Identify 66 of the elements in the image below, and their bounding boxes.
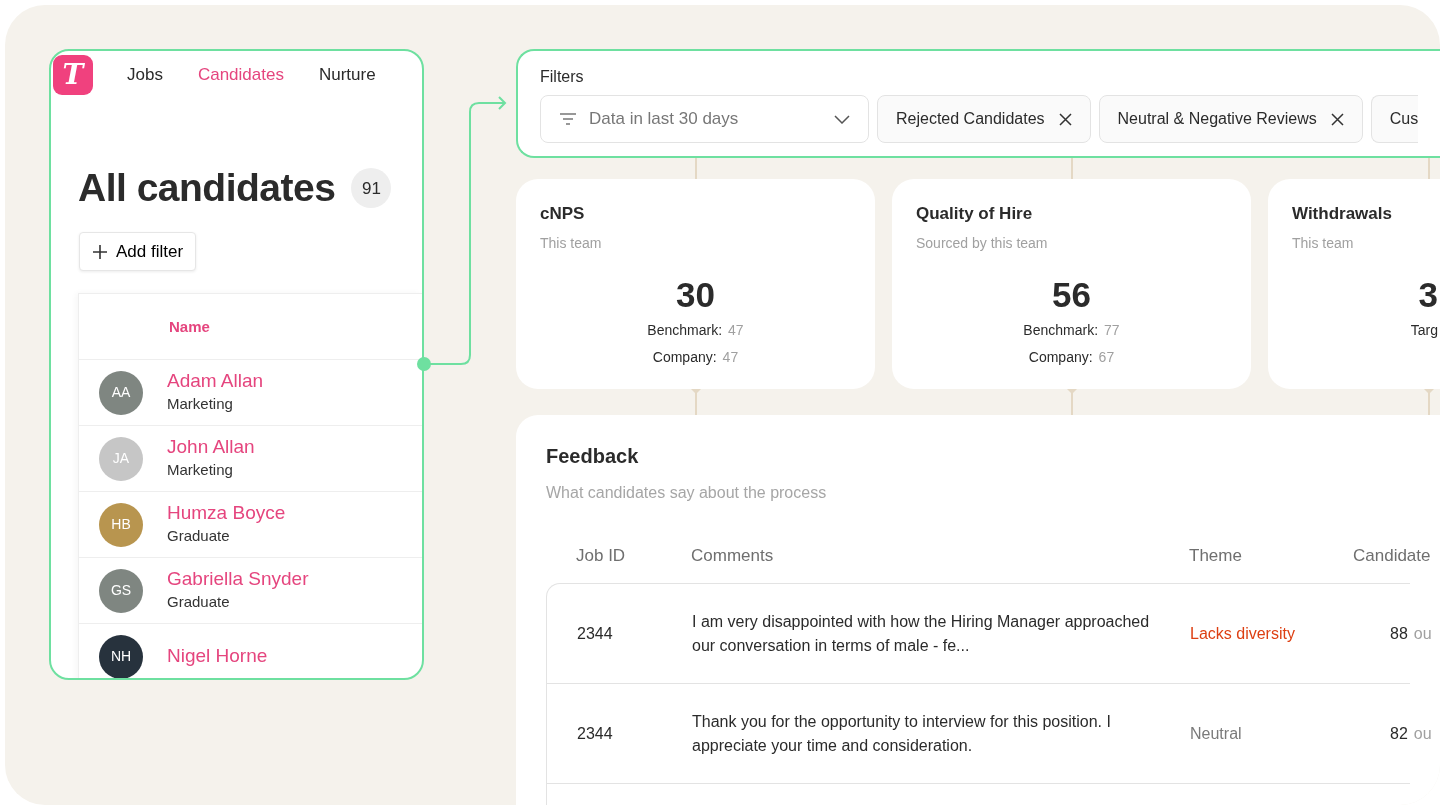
theme-label: Neutral	[1190, 724, 1242, 742]
metric-subtitle: Sourced by this team	[916, 233, 1049, 253]
score-suffix: ou	[1413, 724, 1432, 742]
candidate-name[interactable]: Nigel Horne	[167, 645, 268, 669]
stat-label: Targ	[1410, 322, 1438, 338]
candidate-group: Marketing	[167, 392, 264, 416]
nav-tab[interactable]: Candidates	[197, 62, 284, 88]
metric-value: 30	[675, 275, 716, 314]
metric-value: 3	[1417, 275, 1438, 314]
avatar: AA	[99, 370, 143, 415]
metric-value: 56	[1051, 275, 1092, 314]
stat-value: 67	[1098, 349, 1115, 365]
nav-tab[interactable]: Nurture	[318, 62, 376, 88]
metric-subtitle: This team	[1292, 233, 1355, 253]
count-badge: 91	[351, 168, 392, 209]
date-select[interactable]: Data in last 30 days	[540, 95, 869, 143]
theme-label: Lacks diversity	[1190, 624, 1295, 642]
metric-subtitle: This team	[540, 233, 603, 253]
stat-label: Benchmark:	[1023, 322, 1099, 338]
candidate-name[interactable]: Gabriella Snyder	[167, 568, 309, 591]
stat-label: Company:	[1028, 349, 1093, 365]
close-icon[interactable]	[1058, 112, 1072, 126]
column-header[interactable]: Name	[169, 315, 210, 339]
score-value: 88	[1390, 624, 1408, 642]
candidate-name[interactable]: Adam Allan	[167, 370, 264, 393]
stat-label: Benchmark:	[647, 322, 723, 338]
candidate-name[interactable]: Humza Boyce	[167, 502, 286, 525]
job-id: 2344	[577, 724, 613, 742]
avatar: NH	[99, 634, 143, 678]
column-header[interactable]: Theme	[1189, 546, 1242, 565]
comment-text: Thank you for the opportunity to interview for this position. I appreciate your time and consideration.	[692, 712, 1111, 754]
score-suffix: ou	[1413, 624, 1432, 642]
metric-title: Withdrawals	[1292, 203, 1393, 225]
filter-chip[interactable]: Rejected Candidates	[877, 95, 1091, 143]
comment-text: I am very disappointed with how the Hiring Manager approached our conversation in terms of male - fe...	[692, 612, 1150, 654]
stat-label: Company:	[652, 349, 717, 365]
candidate-group: Marketing	[167, 458, 255, 482]
stat-value: 47	[728, 322, 744, 338]
job-id: 2344	[577, 624, 613, 642]
avatar: GS	[99, 568, 143, 613]
metric-title: Quality of Hire	[916, 203, 1034, 225]
filter-chip[interactable]: Neutral & Negative Reviews	[1098, 95, 1363, 143]
stat-value: 47	[722, 349, 739, 365]
close-icon[interactable]	[1330, 112, 1344, 126]
candidate-group: Graduate	[167, 524, 286, 548]
candidate-group: Graduate	[167, 590, 309, 614]
feedback-title: Feedback	[546, 444, 640, 469]
column-header[interactable]: Job ID	[576, 546, 626, 565]
stat-value: 77	[1104, 322, 1120, 338]
candidate-name[interactable]: John Allan	[167, 436, 255, 459]
metric-title: cNPS	[540, 203, 586, 225]
avatar: JA	[99, 436, 143, 481]
plus-icon	[92, 243, 108, 260]
nav-tab[interactable]: Jobs	[127, 62, 163, 88]
filter-chip[interactable]: Cus	[1370, 95, 1418, 143]
filter-icon	[559, 113, 577, 125]
filters-label: Filters	[540, 67, 585, 87]
add-filter-button[interactable]: Add filter	[79, 231, 197, 272]
chevron-down-icon	[834, 114, 850, 124]
score-value: 82	[1390, 724, 1408, 742]
feedback-subtitle: What candidates say about the process	[546, 483, 828, 503]
column-header[interactable]: Comments	[691, 546, 774, 565]
column-header[interactable]: Candidate	[1353, 546, 1431, 565]
app-logo[interactable]: T	[53, 55, 93, 95]
page-title: All candidates	[78, 165, 336, 211]
avatar: HB	[99, 502, 143, 547]
